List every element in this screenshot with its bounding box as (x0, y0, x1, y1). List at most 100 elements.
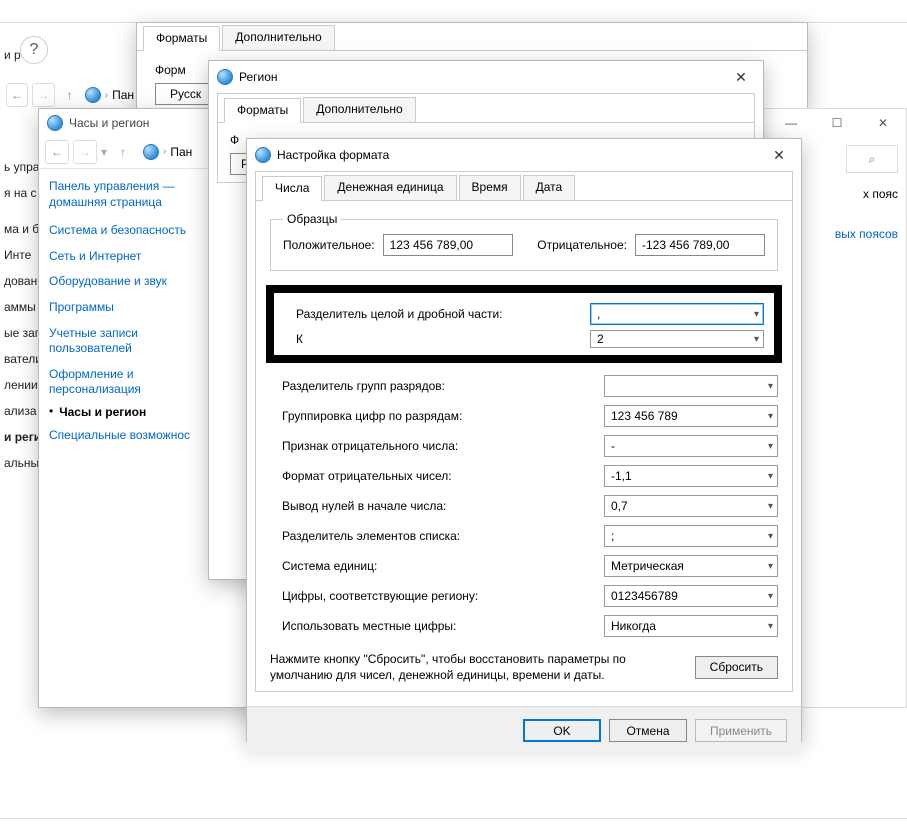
samples-groupbox: Образцы Положительное: 123 456 789,00 От… (270, 219, 778, 271)
combo-value: , (597, 307, 600, 321)
apply-button[interactable]: Применить (695, 719, 787, 742)
chevron-right-icon: › (163, 146, 166, 157)
combo-value: Никогда (611, 619, 656, 633)
tab-formats[interactable]: Форматы (143, 26, 220, 51)
nav-forward[interactable]: → (73, 140, 97, 164)
customize-format-dialog: Настройка формата ✕ Числа Денежная едини… (246, 138, 802, 742)
minimize-button[interactable]: — (768, 109, 814, 137)
chevron-down-icon: ▾ (768, 471, 773, 482)
strip-text: Инте (0, 242, 38, 268)
chevron-down-icon: ▾ (768, 441, 773, 452)
chevron-down-icon: ▾ (768, 531, 773, 542)
sidebar-item-appearance[interactable]: Оформление и персонализация (49, 362, 207, 403)
nav-up[interactable]: ↑ (111, 140, 135, 164)
negative-format-label: Формат отрицательных чисел: (282, 469, 452, 483)
help-icon[interactable]: ? (20, 36, 48, 64)
sidebar-item-accounts[interactable]: Учетные записи пользователей (49, 321, 207, 362)
sidebar-item-system[interactable]: Система и безопасность (49, 218, 207, 244)
sidebar-item-network[interactable]: Сеть и Интернет (49, 244, 207, 270)
combo-value: 2 (597, 332, 604, 346)
nav-recent[interactable]: ▾ (101, 145, 107, 159)
sidebar-item-hardware[interactable]: Оборудование и звук (49, 269, 207, 295)
use-native-digits-combo[interactable]: Никогда ▾ (604, 615, 778, 637)
right-fragment-text: х пояс (863, 187, 898, 201)
breadcrumb-item[interactable]: Пан (112, 88, 134, 102)
combo-value: Метрическая (611, 559, 684, 573)
chevron-down-icon: ▾ (768, 591, 773, 602)
combo-value: - (611, 439, 615, 453)
native-digits-combo[interactable]: 0123456789 ▾ (604, 585, 778, 607)
strip-text: ь упра (0, 154, 38, 180)
close-button[interactable]: ✕ (765, 145, 793, 165)
close-button[interactable]: ✕ (727, 67, 755, 87)
timezone-link-fragment[interactable]: вых поясов (835, 227, 898, 241)
search-input[interactable]: ⌕ (846, 145, 898, 173)
tab-numbers[interactable]: Числа (262, 176, 322, 201)
digit-grouping-label: Группировка цифр по разрядам: (282, 409, 462, 423)
sidebar-item-programs[interactable]: Программы (49, 295, 207, 321)
globe-icon (143, 144, 159, 160)
combo-value: 0,7 (611, 499, 628, 513)
ok-button[interactable]: OK (523, 719, 601, 742)
nav-back[interactable]: ← (45, 140, 69, 164)
window-title: Часы и регион (69, 116, 149, 130)
reset-button[interactable]: Сбросить (695, 656, 778, 679)
language-dropdown-fragment[interactable]: Русск (155, 83, 216, 105)
combo-value: 0123456789 (611, 589, 678, 603)
control-panel-home-link[interactable]: Панель управления — домашняя страница (49, 179, 207, 210)
chevron-down-icon: ▾ (754, 334, 759, 345)
strip-text: ые зап (0, 320, 38, 346)
decimal-separator-combo[interactable]: , ▾ (590, 303, 764, 325)
group-separator-combo[interactable]: ▾ (604, 375, 778, 397)
positive-sample-value: 123 456 789,00 (383, 234, 513, 256)
tab-currency[interactable]: Денежная единица (324, 175, 456, 200)
cancel-button[interactable]: Отмена (609, 719, 687, 742)
positive-sample-label: Положительное: (283, 238, 375, 252)
close-button[interactable]: ✕ (860, 109, 906, 137)
leading-zero-combo[interactable]: 0,7 ▾ (604, 495, 778, 517)
digit-grouping-combo[interactable]: 123 456 789 ▾ (604, 405, 778, 427)
nav-back[interactable]: ← (6, 83, 28, 107)
sidebar-item-ease[interactable]: Специальные возможнос (49, 423, 207, 449)
negative-sample-label: Отрицательное: (537, 238, 627, 252)
list-separator-combo[interactable]: ; ▾ (604, 525, 778, 547)
nav-up[interactable]: ↑ (59, 83, 81, 107)
left-clipped-strip: и р ь упра я на с ма и б Инте дован аммы… (0, 0, 38, 826)
strip-text: альны (0, 450, 38, 476)
dialog-title: Настройка формата (277, 148, 389, 162)
measurement-label: Система единиц: (282, 559, 377, 573)
negative-sample-value: -123 456 789,00 (635, 234, 765, 256)
chevron-down-icon: ▾ (768, 621, 773, 632)
tab-formats[interactable]: Форматы (224, 98, 301, 123)
group-separator-label: Разделитель групп разрядов: (282, 379, 445, 393)
negative-sign-combo[interactable]: - ▾ (604, 435, 778, 457)
sidebar-item-clock-region[interactable]: Часы и регион (59, 403, 146, 423)
nav-forward[interactable]: → (32, 83, 54, 107)
globe-icon (255, 147, 271, 163)
tab-date[interactable]: Дата (523, 175, 576, 200)
tab-additional[interactable]: Дополнительно (222, 25, 334, 50)
reset-description: Нажмите кнопку "Сбросить", чтобы восстан… (270, 651, 677, 683)
list-separator-label: Разделитель элементов списка: (282, 529, 460, 543)
maximize-button[interactable]: ☐ (814, 109, 860, 137)
chevron-down-icon: ▾ (768, 411, 773, 422)
strip-text: ватели (0, 346, 38, 372)
strip-text: ализа (0, 398, 38, 424)
tab-additional[interactable]: Дополнительно (303, 97, 415, 122)
decimal-digits-label-clipped: К (296, 332, 303, 346)
native-digits-label: Цифры, соответствующие региону: (282, 589, 478, 603)
chevron-right-icon: › (105, 90, 108, 101)
chevron-down-icon: ▾ (768, 561, 773, 572)
globe-icon (47, 115, 63, 131)
negative-format-combo[interactable]: -1,1 ▾ (604, 465, 778, 487)
measurement-combo[interactable]: Метрическая ▾ (604, 555, 778, 577)
strip-text: я на с (0, 180, 38, 206)
samples-legend: Образцы (283, 212, 341, 226)
decimal-digits-combo-clipped[interactable]: 2 ▾ (590, 330, 764, 348)
breadcrumb-item[interactable]: Пан (170, 145, 192, 159)
strip-text: ма и б (0, 216, 38, 242)
strip-text: и реги (0, 424, 38, 450)
chevron-down-icon: ▾ (768, 501, 773, 512)
strip-text: лении (0, 372, 38, 398)
tab-time[interactable]: Время (459, 175, 521, 200)
